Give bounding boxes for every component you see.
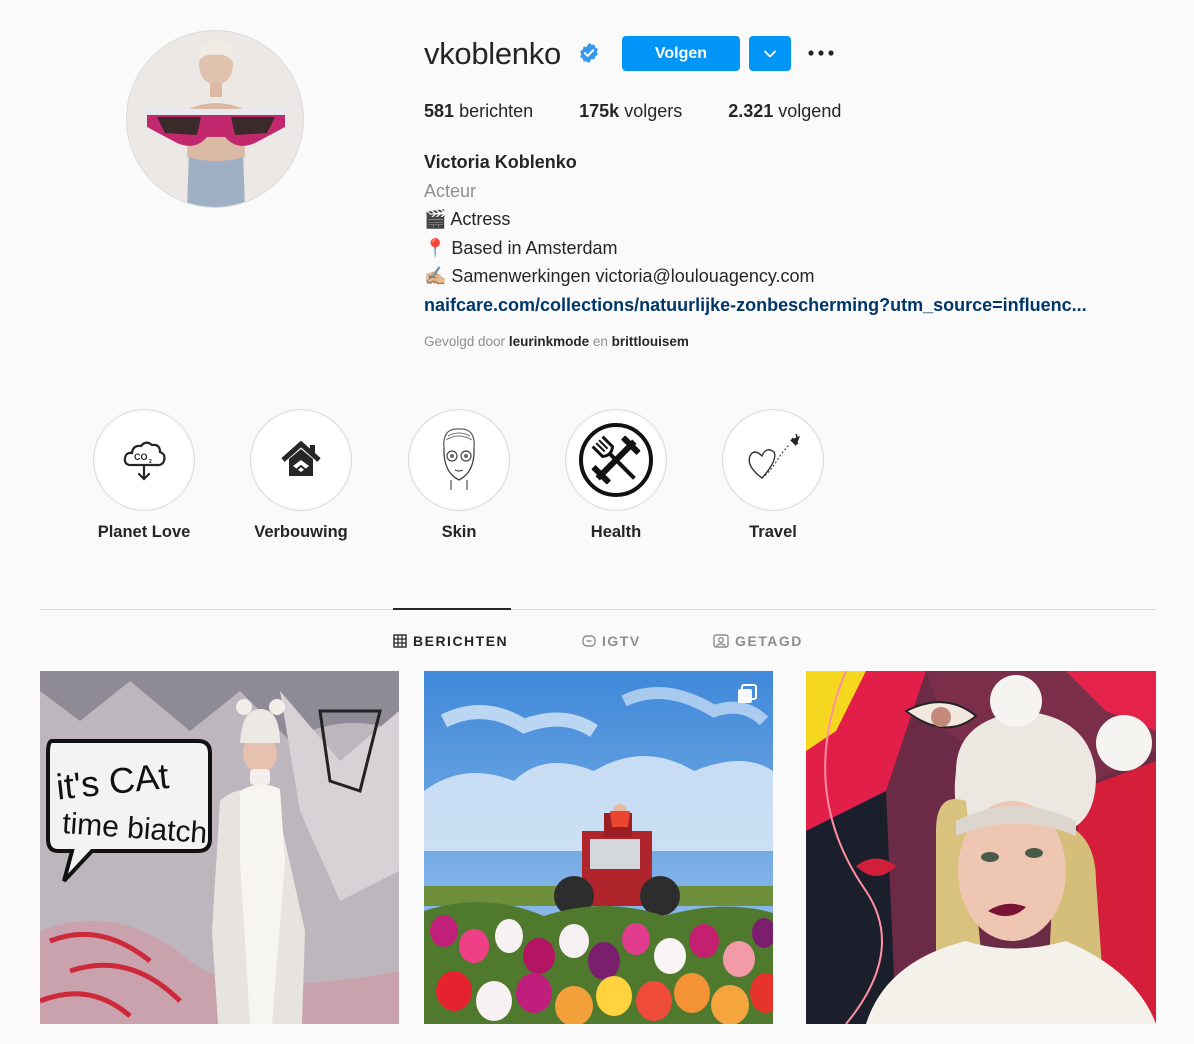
tagged-icon bbox=[713, 634, 729, 648]
profile-full-name: Victoria Koblenko bbox=[424, 152, 577, 172]
profile-website-link[interactable]: naifcare.com/collections/natuurlijke-zon… bbox=[424, 291, 1164, 320]
more-options-button[interactable] bbox=[804, 40, 838, 66]
heart-plane-icon bbox=[748, 433, 800, 479]
highlight-label: Travel bbox=[749, 523, 797, 541]
chevron-down-icon bbox=[764, 50, 776, 57]
profile-bio: Victoria Koblenko Acteur 🎬 Actress 📍 Bas… bbox=[424, 148, 1164, 320]
ellipsis-icon bbox=[808, 50, 834, 56]
profile-stats: 581 berichten 175k volgers 2.321 volgend bbox=[424, 101, 887, 122]
post-thumbnail[interactable] bbox=[424, 671, 773, 1024]
stat-posts: 581 berichten bbox=[424, 101, 534, 121]
face-mask-icon bbox=[443, 428, 475, 490]
profile-avatar[interactable] bbox=[126, 30, 304, 208]
stat-following[interactable]: 2.321 volgend bbox=[728, 101, 841, 122]
followed-by-user: leurinkmode bbox=[508, 334, 590, 349]
follow-button[interactable]: Volgen bbox=[622, 36, 740, 71]
highlight-planet-love[interactable]: CO 2 Planet Love bbox=[79, 409, 209, 542]
suggestions-dropdown-button[interactable] bbox=[749, 36, 791, 71]
bio-line: ✍🏼 Samenwerkingen victoria@loulouagency.… bbox=[424, 266, 815, 287]
highlight-label: Health bbox=[590, 523, 642, 541]
highlight-verbouwing[interactable]: Verbouwing bbox=[236, 409, 366, 542]
tabs-divider bbox=[40, 609, 1156, 610]
stat-followers[interactable]: 175k volgers bbox=[579, 101, 682, 122]
highlight-skin[interactable]: Skin bbox=[394, 409, 524, 542]
tab-igtv[interactable]: IGTV bbox=[582, 633, 641, 649]
igtv-icon bbox=[582, 635, 596, 647]
post-thumbnail[interactable]: it's CAt time biatch bbox=[40, 671, 399, 1024]
post-thumbnail[interactable] bbox=[806, 671, 1156, 1024]
followed-by[interactable]: Gevolgd door leurinkmode en brittlouisem bbox=[424, 334, 689, 349]
tab-posts[interactable]: BERICHTEN bbox=[393, 633, 508, 649]
followed-by-user: brittlouisem bbox=[611, 334, 689, 349]
grid-icon bbox=[393, 634, 407, 648]
highlight-label: Planet Love bbox=[97, 523, 191, 541]
fork-dumbbell-icon bbox=[579, 423, 653, 497]
highlight-health[interactable]: Health bbox=[551, 409, 681, 542]
tab-tagged[interactable]: GETAGD bbox=[713, 633, 803, 649]
active-tab-indicator bbox=[393, 608, 511, 610]
verified-badge-icon bbox=[580, 42, 598, 64]
profile-username: vkoblenko bbox=[424, 36, 561, 71]
co2-cloud-icon: CO 2 bbox=[123, 441, 166, 481]
highlight-travel[interactable]: Travel bbox=[708, 409, 838, 542]
house-icon bbox=[281, 440, 321, 476]
highlight-label: Verbouwing bbox=[254, 523, 348, 541]
profile-category: Acteur bbox=[424, 180, 477, 201]
bio-line: 📍 Based in Amsterdam bbox=[424, 237, 618, 258]
svg-text:2: 2 bbox=[149, 459, 152, 465]
highlight-label: Skin bbox=[441, 523, 477, 541]
bio-line: 🎬 Actress bbox=[424, 209, 511, 230]
svg-text:CO: CO bbox=[134, 452, 148, 462]
